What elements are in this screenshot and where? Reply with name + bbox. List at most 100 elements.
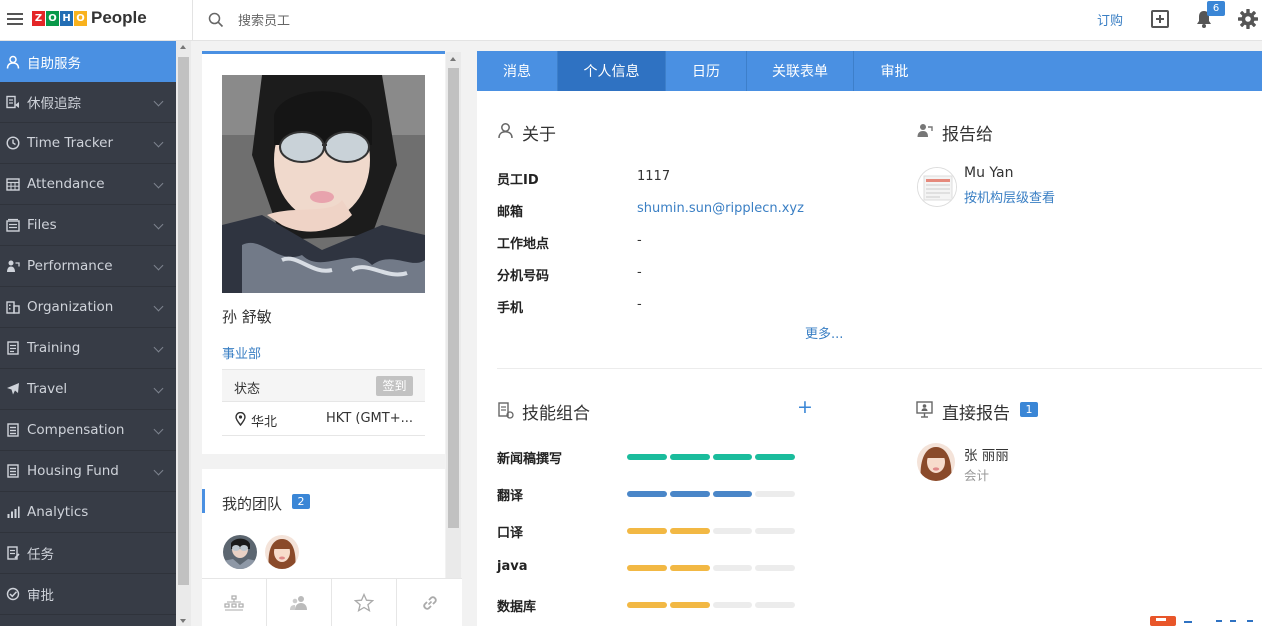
skill-rating-segment <box>627 454 667 460</box>
skill-label: 数据库 <box>497 600 537 615</box>
more-link[interactable]: 更多... <box>805 323 843 342</box>
search-icon[interactable] <box>208 12 224 28</box>
tab-related-forms[interactable]: 关联表单 <box>747 51 854 91</box>
sidebar-item-self-service[interactable]: 自助服务 <box>0 41 176 82</box>
team-tool-org[interactable] <box>202 579 267 626</box>
logo-letter-h: H <box>60 10 73 26</box>
field-label-mobile: 手机 <box>497 301 524 316</box>
sidebar-item-label: 任务 <box>27 547 54 563</box>
sidebar-item-travel[interactable]: Travel <box>0 369 176 410</box>
direct-report-name[interactable]: 张 丽丽 <box>964 444 1009 464</box>
gear-icon[interactable] <box>1237 8 1259 30</box>
skill-rating-segment <box>627 528 667 534</box>
field-value-employee-id: 1117 <box>637 169 671 184</box>
sidebar-item-housing-fund[interactable]: Housing Fund <box>0 451 176 492</box>
sidebar-item-attendance[interactable]: Attendance <box>0 164 176 205</box>
skill-rating-segment <box>669 454 710 460</box>
department-link[interactable]: 事业部 <box>222 343 261 362</box>
field-label-work-location: 工作地点 <box>497 237 550 252</box>
sidebar: 自助服务 休假追踪 Time Tracker Attendance Files … <box>0 41 176 626</box>
chevron-down-icon <box>153 383 164 394</box>
sidebar-item-files[interactable]: Files <box>0 205 176 246</box>
people-icon <box>290 596 307 610</box>
tab-personal-info[interactable]: 个人信息 <box>558 51 666 91</box>
subscribe-link[interactable]: 订购 <box>1097 10 1123 29</box>
scrollbar-thumb[interactable] <box>178 57 189 585</box>
location-row: 华北 HKT (GMT+... <box>222 403 425 436</box>
skill-label: 新闻稿撰写 <box>497 452 563 467</box>
profile-column-scrollbar[interactable] <box>446 52 461 626</box>
view-org-hierarchy-link[interactable]: 按机构层级查看 <box>964 187 1055 206</box>
sidebar-item-label: Attendance <box>27 176 105 192</box>
sidebar-item-label: Housing Fund <box>27 463 119 479</box>
checkin-button[interactable]: 签到 <box>376 376 413 396</box>
direct-reports-count-badge: 1 <box>1020 402 1038 417</box>
floating-help-widget[interactable] <box>1150 612 1262 626</box>
direct-reports-title: 直接报告 <box>942 404 1010 424</box>
sidebar-item-leave[interactable]: 休假追踪 <box>0 82 176 123</box>
zoho-people-logo[interactable]: Z O H O People <box>32 6 147 30</box>
skill-rating-bar <box>627 602 795 608</box>
sidebar-item-tasks[interactable]: 任务 <box>0 533 176 574</box>
skill-label: 翻译 <box>497 489 524 504</box>
field-value-extension: - <box>637 265 642 280</box>
skill-label: java <box>497 559 528 574</box>
section-divider <box>497 368 1262 369</box>
sidebar-item-performance[interactable]: Performance <box>0 246 176 287</box>
user-icon <box>498 123 513 139</box>
sidebar-item-training[interactable]: Training <box>0 328 176 369</box>
skills-title: 技能组合 <box>522 404 590 424</box>
field-value-mobile: - <box>637 297 642 312</box>
sidebar-item-label: 休假追踪 <box>27 96 81 112</box>
chevron-down-icon <box>153 465 164 476</box>
profile-card: 孙 舒敏 事业部 状态 签到 华北 HKT (GMT+... <box>202 51 445 454</box>
sidebar-item-time-tracker[interactable]: Time Tracker <box>0 123 176 164</box>
menu-icon[interactable] <box>7 13 23 25</box>
top-bar: Z O H O People 订购 6 <box>0 0 1262 41</box>
scroll-up-arrow-icon[interactable] <box>180 45 186 49</box>
employee-search-input[interactable] <box>238 10 538 32</box>
notification-count-badge[interactable]: 6 <box>1207 1 1225 16</box>
scroll-down-arrow-icon[interactable] <box>180 619 186 623</box>
chevron-down-icon <box>153 178 164 189</box>
sidebar-item-label: Training <box>27 340 81 356</box>
skill-rating-segment <box>669 491 710 497</box>
chevron-down-icon <box>153 260 164 271</box>
compensation-icon <box>7 423 19 437</box>
profile-photo[interactable] <box>222 75 425 293</box>
manager-avatar[interactable] <box>917 167 957 207</box>
chevron-down-icon <box>153 137 164 148</box>
team-tool-link[interactable] <box>397 579 462 626</box>
field-value-email[interactable]: shumin.sun@ripplecn.xyz <box>637 201 804 216</box>
tab-messages[interactable]: 消息 <box>477 51 558 91</box>
manager-name[interactable]: Mu Yan <box>964 165 1013 181</box>
sidebar-item-organization[interactable]: Organization <box>0 287 176 328</box>
sidebar-item-approvals[interactable]: 审批 <box>0 574 176 615</box>
team-member-avatar[interactable] <box>223 535 257 569</box>
profile-name: 孙 舒敏 <box>222 308 272 326</box>
sidebar-scrollbar[interactable] <box>176 41 191 626</box>
team-tool-favorite[interactable] <box>332 579 397 626</box>
housing-icon <box>7 464 19 478</box>
leave-icon <box>6 95 19 109</box>
tab-approvals[interactable]: 审批 <box>854 51 935 91</box>
plus-box-icon[interactable] <box>1151 10 1169 28</box>
skill-rating-segment <box>755 454 795 460</box>
skill-rating-segment <box>669 565 710 571</box>
calendar-grid-icon <box>6 178 20 191</box>
direct-report-avatar[interactable] <box>917 443 955 481</box>
add-skill-button[interactable]: + <box>797 396 813 418</box>
tab-calendar[interactable]: 日历 <box>666 51 747 91</box>
status-row: 状态 签到 <box>222 369 425 402</box>
team-tool-people[interactable] <box>267 579 332 626</box>
sidebar-item-compensation[interactable]: Compensation <box>0 410 176 451</box>
sidebar-item-analytics[interactable]: Analytics <box>0 492 176 533</box>
sidebar-item-label: Analytics <box>27 504 89 520</box>
scroll-up-arrow-icon[interactable] <box>450 57 456 61</box>
field-label-employee-id: 员工ID <box>497 173 539 188</box>
logo-letter-o2: O <box>74 10 87 26</box>
scrollbar-thumb[interactable] <box>448 68 459 528</box>
about-title: 关于 <box>522 125 556 145</box>
approval-icon <box>6 587 20 601</box>
team-member-avatar[interactable] <box>265 535 299 569</box>
